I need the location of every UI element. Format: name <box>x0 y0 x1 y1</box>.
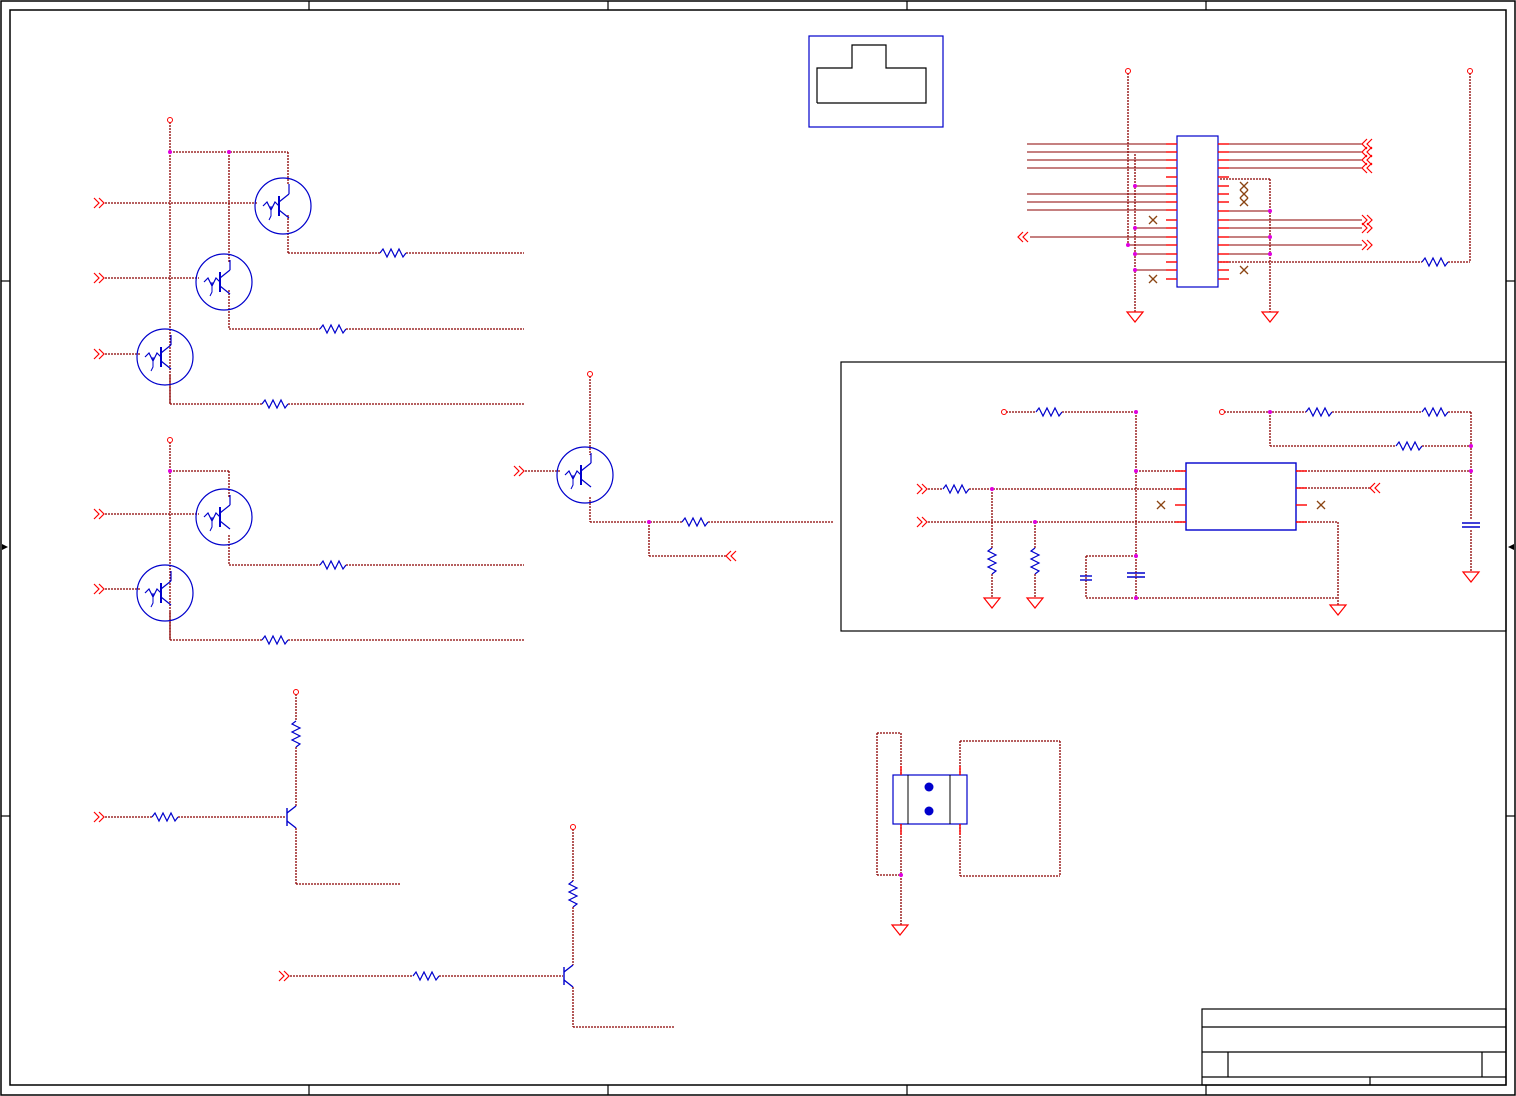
resistor-icon <box>1305 407 1333 417</box>
resistor-icon <box>1421 257 1449 267</box>
ic-connector-block <box>1017 68 1473 323</box>
no-connect-icon <box>1156 500 1166 510</box>
ground-icon <box>891 924 909 936</box>
input-port-icon <box>93 508 105 520</box>
ground-icon <box>983 597 1001 609</box>
resistor-icon <box>1421 407 1449 417</box>
resistor-icon <box>319 324 347 334</box>
transistor-group-lower <box>93 437 524 645</box>
ground-icon <box>1126 311 1144 323</box>
connector-outline-box <box>808 35 944 128</box>
resistor-icon <box>987 547 997 575</box>
input-port-icon <box>93 272 105 284</box>
input-port-icon <box>916 516 928 528</box>
output-port-icon <box>725 550 737 562</box>
no-connect-icon <box>1239 265 1249 275</box>
no-connect-icon <box>1148 215 1158 225</box>
resistor-icon <box>291 720 301 748</box>
resistor-icon <box>942 484 970 494</box>
transistor-q5-icon <box>136 564 194 622</box>
ground-icon <box>1261 311 1279 323</box>
contact-dot-icon <box>924 782 934 792</box>
discrete-npn-2 <box>278 824 675 1028</box>
resistor-icon <box>1395 441 1423 451</box>
resistor-icon <box>1030 547 1040 575</box>
resistor-icon <box>261 399 289 409</box>
resistor-icon <box>319 560 347 570</box>
no-connect-icon <box>1316 500 1326 510</box>
transistor-q2-icon <box>195 253 253 311</box>
capacitor-icon <box>1462 522 1480 528</box>
input-port-icon <box>93 811 105 823</box>
schematic-sheet <box>0 0 1516 1096</box>
transistor-group-upper <box>93 117 524 409</box>
no-connect-icon <box>1148 274 1158 284</box>
input-port-icon <box>513 465 525 477</box>
ground-icon <box>1462 571 1480 583</box>
input-port-icon <box>278 970 290 982</box>
driver-ic-section <box>840 361 1507 632</box>
input-port-icon <box>93 348 105 360</box>
transistor-q1-icon <box>254 177 312 235</box>
section-frame <box>840 361 1507 632</box>
resistor-icon <box>261 635 289 645</box>
transistor-middle <box>513 371 834 562</box>
resistor-icon <box>379 248 407 258</box>
resistor-icon <box>681 517 709 527</box>
transistor-q3-icon <box>136 328 194 386</box>
resistor-icon <box>151 812 179 822</box>
contact-dot-icon <box>924 806 934 816</box>
switch-connector <box>876 732 1061 936</box>
input-port-icon <box>1361 239 1373 251</box>
input-port-icon <box>93 583 105 595</box>
input-port-icon <box>93 197 105 209</box>
output-port-icon <box>1369 482 1381 494</box>
ground-icon <box>1329 604 1347 616</box>
ground-icon <box>1026 597 1044 609</box>
no-connect-icon <box>1239 181 1249 191</box>
switch-body <box>892 774 968 825</box>
input-port-icon <box>916 483 928 495</box>
npn-transistor-icon <box>286 805 297 829</box>
transistor-q4-icon <box>195 488 253 546</box>
resistor-icon <box>568 880 578 908</box>
ic-body <box>1185 462 1297 531</box>
discrete-npn-1 <box>93 689 400 885</box>
output-port-icon <box>1017 231 1029 243</box>
transistor-q6-icon <box>556 446 614 504</box>
resistor-icon <box>412 971 440 981</box>
ic-body <box>1176 135 1219 288</box>
resistor-icon <box>1035 407 1063 417</box>
npn-transistor-icon <box>563 964 574 988</box>
no-connect-icon <box>1239 189 1249 199</box>
sheet-border <box>0 0 1516 1096</box>
no-connect-icon <box>1239 197 1249 207</box>
title-block <box>1201 1008 1507 1086</box>
